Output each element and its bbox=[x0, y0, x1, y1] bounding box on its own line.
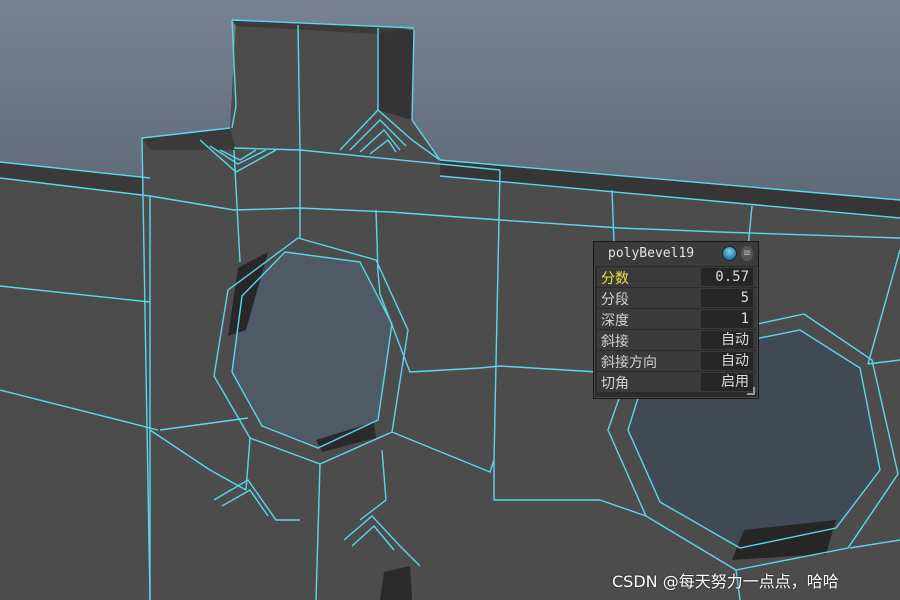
attr-value-mitering[interactable]: 自动 bbox=[701, 331, 753, 349]
attr-value-chamfer[interactable]: 启用 bbox=[701, 373, 753, 391]
node-name-label: polyBevel19 bbox=[608, 246, 695, 261]
attr-row-fraction[interactable]: 分数 0.57 bbox=[597, 267, 757, 287]
attr-label-fraction: 分数 bbox=[601, 271, 629, 287]
attr-value-depth[interactable]: 1 bbox=[701, 310, 753, 328]
attr-label-mitering: 斜接 bbox=[601, 334, 629, 350]
attr-row-mitering[interactable]: 斜接 自动 bbox=[597, 330, 757, 350]
attr-row-depth[interactable]: 深度 1 bbox=[597, 309, 757, 329]
attr-value-fraction[interactable]: 0.57 bbox=[701, 268, 753, 286]
resize-grip-icon[interactable] bbox=[747, 387, 755, 395]
attr-label-segments: 分段 bbox=[601, 292, 629, 308]
mesh-left-lip bbox=[142, 128, 236, 150]
attr-row-chamfer[interactable]: 切角 启用 bbox=[597, 372, 757, 392]
menu-icon[interactable]: ≡ bbox=[741, 246, 753, 261]
attr-label-miter-along: 斜接方向 bbox=[601, 355, 657, 371]
attribute-editor-panel[interactable]: polyBevel19 ≡ 分数 0.57 分段 5 深度 1 斜接 自动 斜接… bbox=[593, 241, 759, 399]
attr-label-depth: 深度 bbox=[601, 313, 629, 329]
mesh-tab-side bbox=[378, 28, 414, 120]
attr-value-miter-along[interactable]: 自动 bbox=[701, 352, 753, 370]
pin-icon[interactable] bbox=[722, 246, 737, 261]
attr-value-segments[interactable]: 5 bbox=[701, 289, 753, 307]
attr-row-miter-along[interactable]: 斜接方向 自动 bbox=[597, 351, 757, 371]
panel-header[interactable]: polyBevel19 ≡ bbox=[594, 242, 758, 266]
viewport-3d[interactable]: polyBevel19 ≡ 分数 0.57 分段 5 深度 1 斜接 自动 斜接… bbox=[0, 0, 900, 600]
mesh-slab-left bbox=[0, 178, 150, 600]
attr-label-chamfer: 切角 bbox=[601, 376, 629, 392]
mesh-wireframe[interactable] bbox=[0, 0, 900, 600]
attr-row-segments[interactable]: 分段 5 bbox=[597, 288, 757, 308]
watermark-text: CSDN @每天努力一点点，哈哈 bbox=[612, 572, 839, 591]
